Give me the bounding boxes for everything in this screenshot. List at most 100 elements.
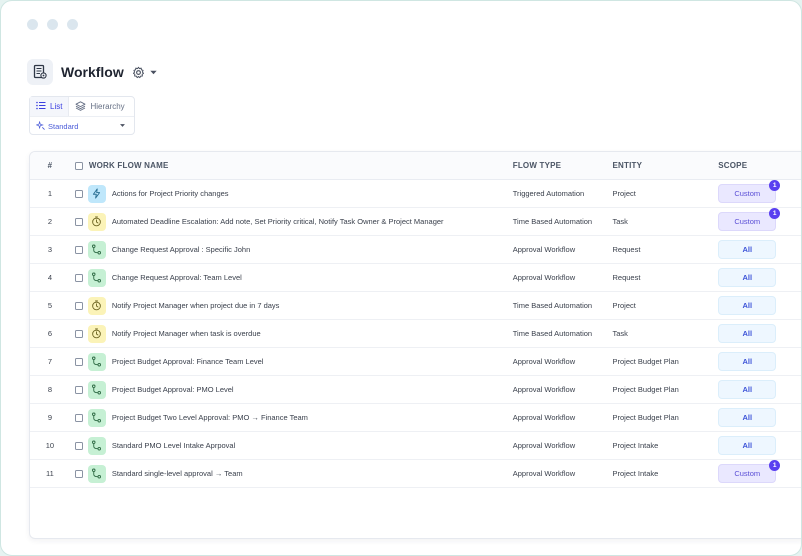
row-checkbox[interactable] <box>74 385 83 394</box>
window-dot-maximize[interactable] <box>67 19 78 30</box>
column-header-number: # <box>47 161 53 170</box>
count-badge: 1 <box>769 460 781 471</box>
table-row[interactable]: 10 Standard PMO Level Intake Aprpoval Appr… <box>30 432 801 460</box>
gear-icon[interactable] <box>132 66 145 79</box>
row-select-cell <box>70 245 88 254</box>
scope-pill[interactable]: Custom 1 <box>718 208 781 231</box>
scope-pill[interactable]: Custom 1 <box>718 460 781 483</box>
row-number: 6 <box>47 329 53 338</box>
view-select[interactable]: Standard <box>30 117 134 135</box>
workflow-name[interactable]: Actions for Project Priority changes <box>112 189 229 198</box>
table-row[interactable]: 5 Notify Project Manager when project due… <box>30 292 801 320</box>
scope-pill[interactable]: All <box>718 268 777 287</box>
workflow-name[interactable]: Notify Project Manager when project due … <box>112 301 280 310</box>
table-row[interactable]: 4 Change Request Approval: Team Level Appr… <box>30 264 801 292</box>
row-number: 4 <box>47 273 53 282</box>
scope-cell: All <box>716 380 801 399</box>
table-row[interactable]: 6 Notify Project Manager when task is ove… <box>30 320 801 348</box>
row-select-cell <box>70 189 88 198</box>
window-dot-minimize[interactable] <box>47 19 58 30</box>
clock-icon <box>87 296 106 315</box>
workflow-name[interactable]: Project Budget Two Level Approval: PMO →… <box>112 413 308 422</box>
table-row[interactable]: 9 Project Budget Two Level Approval: PMO … <box>30 404 801 432</box>
tab-hierarchy-label: Hierarchy <box>90 102 125 111</box>
flow-type: Approval Workflow <box>512 273 576 282</box>
list-icon <box>36 101 46 112</box>
scope-pill[interactable]: All <box>718 240 777 259</box>
scope-pill[interactable]: All <box>718 380 777 399</box>
row-checkbox[interactable] <box>74 245 83 254</box>
view-select-value: Standard <box>48 121 79 131</box>
app-window: Workflow List Hierarchy Standard # WORK … <box>0 0 802 556</box>
table-row[interactable]: 3 Change Request Approval : Specific John… <box>30 236 801 264</box>
scope-pill[interactable]: All <box>718 408 777 427</box>
tab-hierarchy[interactable]: Hierarchy <box>69 97 130 116</box>
row-select-cell <box>70 385 88 394</box>
flow-type: Approval Workflow <box>512 413 576 422</box>
flow-type: Triggered Automation <box>512 189 585 198</box>
tab-list[interactable]: List <box>30 97 70 116</box>
select-all-checkbox[interactable] <box>74 161 83 170</box>
workflow-name-cell: Project Budget Approval: Finance Team Le… <box>87 352 513 371</box>
table-row[interactable]: 2 Automated Deadline Escalation: Add note… <box>30 208 801 236</box>
workflow-name[interactable]: Change Request Approval : Specific John <box>112 245 250 254</box>
workflow-name[interactable]: Project Budget Approval: Finance Team Le… <box>112 357 264 366</box>
row-checkbox[interactable] <box>74 301 83 310</box>
table-row[interactable]: 8 Project Budget Approval: PMO Level Appro… <box>30 376 801 404</box>
row-checkbox[interactable] <box>74 189 83 198</box>
scope-pill[interactable]: All <box>718 352 777 371</box>
scope-label: All <box>742 441 753 450</box>
scope-pill[interactable]: All <box>718 436 777 455</box>
column-header-scope[interactable]: SCOPE <box>716 161 801 170</box>
row-checkbox[interactable] <box>74 441 83 450</box>
row-number: 5 <box>47 301 53 310</box>
branch-icon <box>87 352 106 371</box>
entity: Request <box>612 245 641 254</box>
flow-type: Approval Workflow <box>512 385 576 394</box>
scope-pill[interactable]: Custom 1 <box>718 180 781 203</box>
workflow-table: # WORK FLOW NAME FLOW TYPE ENTITY SCOPE … <box>29 151 801 539</box>
workflow-name[interactable]: Standard PMO Level Intake Aprpoval <box>112 441 235 450</box>
row-number: 10 <box>45 441 55 450</box>
workflow-name[interactable]: Automated Deadline Escalation: Add note,… <box>112 217 444 226</box>
entity: Project <box>612 301 636 310</box>
row-checkbox[interactable] <box>74 217 83 226</box>
window-dot-close[interactable] <box>27 19 38 30</box>
row-checkbox[interactable] <box>74 469 83 478</box>
row-checkbox[interactable] <box>74 413 83 422</box>
workflow-name[interactable]: Standard single-level approval → Team <box>112 469 243 478</box>
workflow-name[interactable]: Notify Project Manager when task is over… <box>112 329 261 338</box>
column-header-entity[interactable]: ENTITY <box>613 161 717 170</box>
bolt-icon <box>87 184 106 203</box>
row-checkbox[interactable] <box>74 357 83 366</box>
workflow-name-cell: Change Request Approval : Specific John <box>87 240 513 259</box>
entity: Project Budget Plan <box>612 413 679 422</box>
select-all-cell <box>70 161 88 170</box>
chevron-down-icon[interactable] <box>149 68 158 77</box>
row-number: 9 <box>47 413 53 422</box>
row-checkbox[interactable] <box>74 273 83 282</box>
workflow-name[interactable]: Change Request Approval: Team Level <box>112 273 242 282</box>
workflow-name[interactable]: Project Budget Approval: PMO Level <box>112 385 234 394</box>
table-row[interactable]: 7 Project Budget Approval: Finance Team L… <box>30 348 801 376</box>
scope-pill[interactable]: All <box>718 324 777 343</box>
scope-pill[interactable]: All <box>718 296 777 315</box>
scope-cell: All <box>716 296 801 315</box>
row-select-cell <box>70 469 88 478</box>
workflow-name-cell: Project Budget Approval: PMO Level <box>87 380 513 399</box>
scope-cell: All <box>716 352 801 371</box>
flow-type: Time Based Automation <box>512 329 593 338</box>
row-select-cell <box>70 273 88 282</box>
entity: Task <box>612 217 628 226</box>
table-row[interactable]: 1 Actions for Project Priority changes Tri… <box>30 180 801 208</box>
caret-down-icon <box>119 122 126 131</box>
scope-cell: Custom 1 <box>716 460 801 483</box>
entity: Task <box>612 329 628 338</box>
entity: Project Budget Plan <box>612 385 679 394</box>
row-checkbox[interactable] <box>74 329 83 338</box>
entity: Request <box>612 273 641 282</box>
column-header-flow-type[interactable]: FLOW TYPE <box>513 161 613 170</box>
entity: Project Budget Plan <box>612 357 679 366</box>
column-header-name[interactable]: WORK FLOW NAME <box>88 161 513 170</box>
table-row[interactable]: 11 Standard single-level approval → Team A… <box>30 460 801 488</box>
